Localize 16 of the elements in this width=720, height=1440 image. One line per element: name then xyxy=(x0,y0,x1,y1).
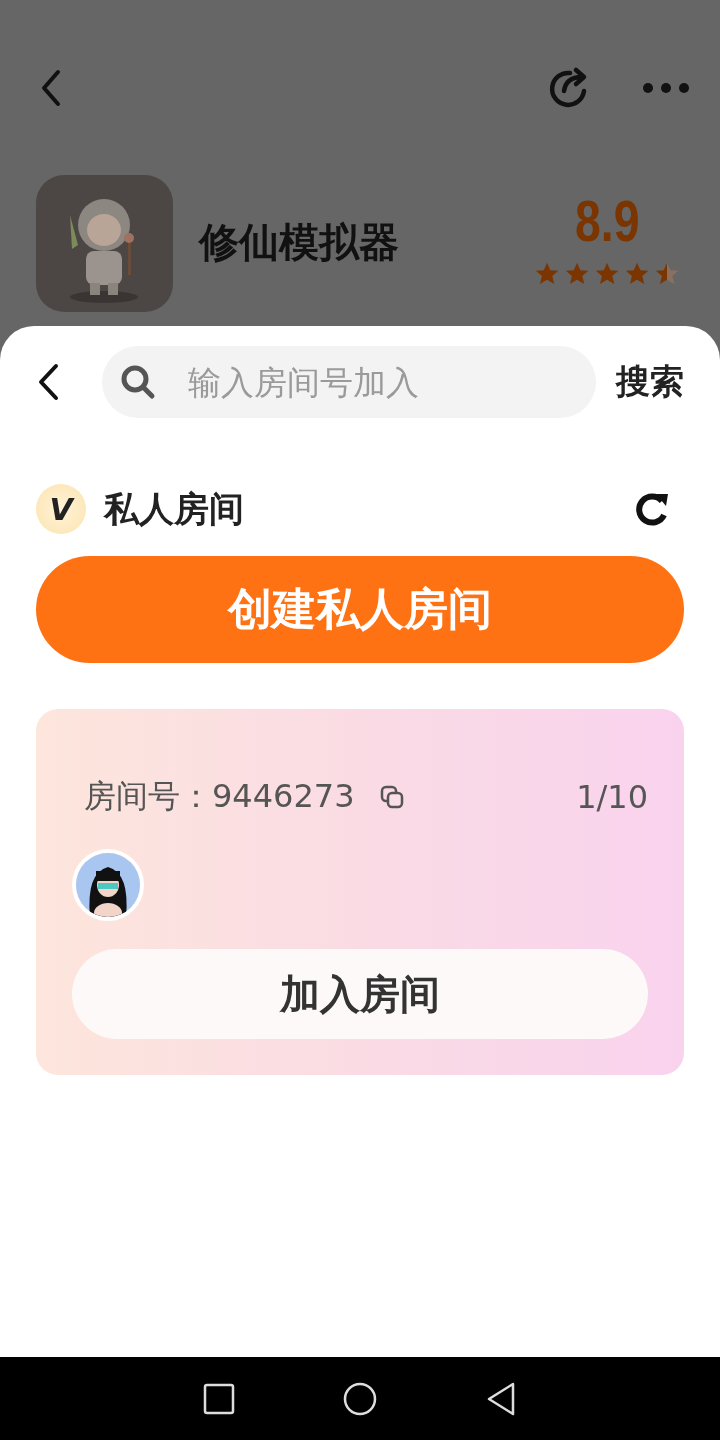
search-bar[interactable]: 输入房间号加入 xyxy=(102,346,596,418)
recents-button[interactable] xyxy=(203,1382,236,1415)
game-title: 修仙模拟器 xyxy=(199,218,400,267)
search-field[interactable]: 输入房间号加入 xyxy=(186,361,578,403)
rating-score: 8.9 xyxy=(574,189,640,253)
search-icon xyxy=(120,364,156,400)
search-button[interactable]: 搜索 xyxy=(616,359,684,405)
room-number: 房间号：9446273 xyxy=(84,776,355,817)
copy-button[interactable] xyxy=(378,784,405,810)
back-button[interactable] xyxy=(36,363,60,401)
join-room-button[interactable]: 加入房间 xyxy=(72,949,648,1039)
section-title: 私人房间 xyxy=(104,487,245,531)
home-button[interactable] xyxy=(342,1380,378,1417)
occupancy-count: 1/10 xyxy=(576,778,648,816)
vip-badge: V xyxy=(36,484,86,534)
more-button[interactable] xyxy=(642,81,690,94)
